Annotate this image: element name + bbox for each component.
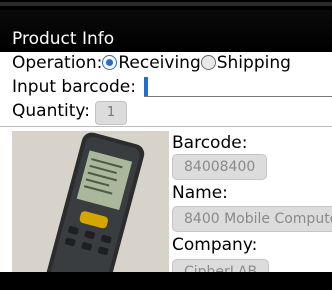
bottom-bar [0, 272, 332, 290]
barcode-value-field[interactable]: 84008400 [172, 154, 268, 180]
text-cursor [144, 77, 148, 96]
name-value-field[interactable]: 8400 Mobile Computer [172, 206, 332, 232]
operation-row: Operation: Receiving Shipping [12, 53, 291, 73]
product-info-form: Operation: Receiving Shipping Input barcod… [0, 52, 332, 272]
barcode-input[interactable] [144, 77, 332, 97]
shipping-radio[interactable] [200, 55, 216, 70]
quantity-label: Quantity: [12, 101, 90, 121]
quantity-field[interactable]: 1 [95, 101, 127, 125]
receiving-label[interactable]: Receiving [118, 53, 200, 73]
mobile-computer-icon [12, 131, 169, 272]
receiving-radio[interactable] [102, 55, 118, 70]
barcode-input-label: Input barcode: [12, 77, 136, 97]
company-label: Company: [172, 235, 258, 255]
name-label: Name: [172, 183, 228, 203]
operation-label: Operation: [12, 53, 103, 73]
page-title: Product Info [12, 29, 115, 49]
barcode-label: Barcode: [172, 133, 248, 153]
title-bar: Product Info [0, 10, 332, 52]
company-value-field[interactable]: CipherLAB [172, 259, 270, 272]
shipping-label[interactable]: Shipping [217, 53, 291, 73]
divider [0, 126, 332, 127]
product-image [12, 131, 169, 272]
status-strip [0, 0, 332, 10]
